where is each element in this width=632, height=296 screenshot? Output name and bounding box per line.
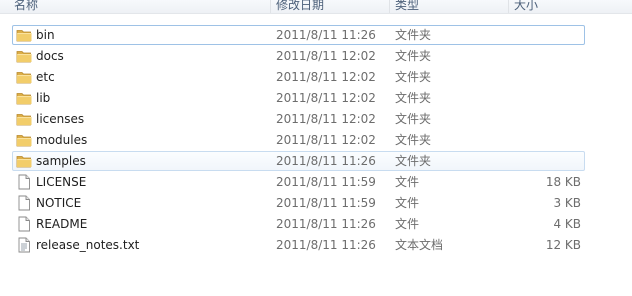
column-divider[interactable] bbox=[389, 0, 390, 13]
file-name: samples bbox=[36, 154, 86, 168]
file-type: 文件 bbox=[395, 217, 420, 231]
folder-icon bbox=[16, 111, 32, 127]
file-date: 2011/8/11 11:26 bbox=[276, 217, 376, 231]
file-name: etc bbox=[36, 70, 55, 84]
file-name: bin bbox=[36, 28, 55, 42]
file-row[interactable]: etc 2011/8/11 12:02 文件夹 bbox=[12, 67, 585, 87]
file-date: 2011/8/11 12:02 bbox=[276, 112, 376, 126]
file-date: 2011/8/11 11:59 bbox=[276, 196, 376, 210]
column-header-type[interactable]: 类型 bbox=[395, 0, 419, 13]
file-date: 2011/8/11 12:02 bbox=[276, 70, 376, 84]
file-type: 文件夹 bbox=[395, 133, 432, 147]
file-date: 2011/8/11 12:02 bbox=[276, 133, 376, 147]
file-name: release_notes.txt bbox=[36, 238, 140, 252]
column-divider[interactable] bbox=[270, 0, 271, 13]
folder-icon bbox=[16, 90, 32, 106]
file-date: 2011/8/11 11:59 bbox=[276, 175, 376, 189]
file-name: NOTICE bbox=[36, 196, 82, 210]
file-icon bbox=[16, 174, 32, 190]
file-name: docs bbox=[36, 49, 64, 63]
file-type: 文件夹 bbox=[395, 28, 432, 42]
folder-icon bbox=[16, 153, 32, 169]
column-header-bar: 名称 修改日期 类型 大小 bbox=[0, 0, 632, 14]
file-date: 2011/8/11 12:02 bbox=[276, 49, 376, 63]
file-size: 3 KB bbox=[553, 196, 581, 210]
file-size: 12 KB bbox=[545, 238, 581, 252]
file-size: 4 KB bbox=[553, 217, 581, 231]
file-icon bbox=[16, 216, 32, 232]
folder-icon bbox=[16, 132, 32, 148]
file-type: 文件夹 bbox=[395, 49, 432, 63]
file-type: 文件 bbox=[395, 196, 420, 210]
text-file-icon bbox=[16, 237, 32, 253]
file-name: modules bbox=[36, 133, 88, 147]
file-date: 2011/8/11 11:26 bbox=[276, 28, 376, 42]
file-row[interactable]: licenses 2011/8/11 12:02 文件夹 bbox=[12, 109, 585, 129]
column-header-name[interactable]: 名称 bbox=[14, 0, 38, 13]
file-name: lib bbox=[36, 91, 51, 105]
file-icon bbox=[16, 195, 32, 211]
file-date: 2011/8/11 11:26 bbox=[276, 154, 376, 168]
file-name: LICENSE bbox=[36, 175, 87, 189]
file-row[interactable]: LICENSE 2011/8/11 11:59 文件 18 KB bbox=[12, 172, 585, 192]
folder-icon bbox=[16, 27, 32, 43]
column-header-size[interactable]: 大小 bbox=[514, 0, 538, 13]
file-type: 文件夹 bbox=[395, 112, 432, 126]
file-row[interactable]: README 2011/8/11 11:26 文件 4 KB bbox=[12, 214, 585, 234]
file-row[interactable]: NOTICE 2011/8/11 11:59 文件 3 KB bbox=[12, 193, 585, 213]
column-divider[interactable] bbox=[508, 0, 509, 13]
file-size: 18 KB bbox=[545, 175, 581, 189]
file-type: 文件 bbox=[395, 175, 420, 189]
folder-icon bbox=[16, 48, 32, 64]
file-type: 文件夹 bbox=[395, 91, 432, 105]
file-type: 文件夹 bbox=[395, 70, 432, 84]
file-type: 文件夹 bbox=[395, 154, 432, 168]
file-row[interactable]: samples 2011/8/11 11:26 文件夹 bbox=[12, 151, 585, 171]
file-row[interactable]: lib 2011/8/11 12:02 文件夹 bbox=[12, 88, 585, 108]
file-name: README bbox=[36, 217, 88, 231]
file-row[interactable]: bin 2011/8/11 11:26 文件夹 bbox=[12, 25, 585, 45]
file-row[interactable]: modules 2011/8/11 12:02 文件夹 bbox=[12, 130, 585, 150]
file-row[interactable]: docs 2011/8/11 12:02 文件夹 bbox=[12, 46, 585, 66]
file-name: licenses bbox=[36, 112, 85, 126]
file-row[interactable]: release_notes.txt 2011/8/11 11:26 文本文档 1… bbox=[12, 235, 585, 255]
folder-icon bbox=[16, 69, 32, 85]
file-type: 文本文档 bbox=[395, 238, 444, 252]
file-date: 2011/8/11 11:26 bbox=[276, 238, 376, 252]
file-date: 2011/8/11 12:02 bbox=[276, 91, 376, 105]
column-header-date[interactable]: 修改日期 bbox=[276, 0, 324, 13]
